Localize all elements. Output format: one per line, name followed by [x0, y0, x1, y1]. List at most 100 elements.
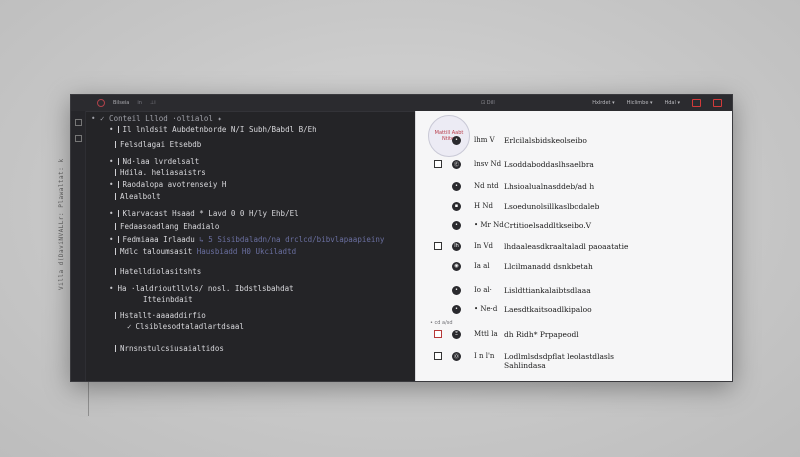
bullet-icon: •	[109, 125, 114, 134]
bullet-icon: •	[109, 284, 114, 293]
status-dot-icon: ▪	[452, 201, 461, 211]
separator	[117, 210, 119, 217]
status-dot-icon: •	[452, 220, 461, 230]
status-dot-icon: Ⓔ	[452, 159, 461, 169]
outline-link-text[interactable]: Hausbiadd H0 Ukciladtd	[197, 247, 296, 256]
outline-text: Nrnsnstulcsiusaialtidos	[120, 344, 224, 353]
separator	[115, 248, 116, 255]
task-meta: Ia al	[474, 262, 490, 270]
outline-item[interactable]: Itteinbdait	[143, 295, 193, 304]
status-dot-icon: lh	[452, 241, 461, 251]
status-dot-icon: Ξ	[452, 329, 461, 339]
outline-item[interactable]: Hatelldiolasitshts	[115, 267, 201, 276]
menu-item-1[interactable]: in	[137, 100, 142, 106]
separator	[115, 268, 116, 275]
page-icon[interactable]	[75, 135, 82, 142]
outline-editor[interactable]: • ✓ Conteil Lllod ·oltialol ✦ • Il lnldsi…	[85, 111, 415, 381]
status-dot-icon: •	[452, 135, 461, 145]
bullet-icon: •	[109, 209, 114, 218]
app-window: Bilseia in ⊥i ⊡ Dill Hxlrdet ▾ Hiclimbe …	[70, 94, 733, 382]
task-row[interactable]: ▪ H Nd Lsoedunolsillkaslbcdaleb	[416, 197, 732, 215]
outline-item[interactable]: • Raodalopa avotrenseiy H	[109, 180, 226, 189]
task-row[interactable]: • • Ne·d Laesdtkaitsoadlkipaloo	[416, 300, 732, 318]
dropdown-3[interactable]: Hdal ▾	[665, 100, 681, 106]
outline-item[interactable]: Felsdlagai Etsebdb	[115, 140, 201, 149]
outline-item[interactable]: • Il lnldsit Aubdetnborde N/I Subh/Babdl …	[109, 125, 317, 134]
outline-text: Clsiblesodtaladlartdsaal	[135, 322, 244, 331]
outline-text: Hstallt·aaaaddirfio	[120, 311, 206, 320]
outline-item[interactable]: ✓ Clsiblesodtaladlartdsaal	[127, 322, 244, 331]
outline-item[interactable]: • Ha ·laldrioutllvls/ nosl. Ibdstlsbahdat	[109, 284, 294, 293]
task-row[interactable]: Ξ Mttl la dh Ridh* Prpapeodl	[416, 325, 732, 343]
outline-text: Raodalopa avotrenseiy H	[122, 180, 227, 189]
outline-item[interactable]: Nrnsnstulcsiusaialtidos	[115, 344, 224, 353]
outline-text: Hdila. heliasaistrs	[120, 168, 206, 177]
outline-item[interactable]: • Nd·laa lvrdelsalt	[109, 157, 199, 166]
task-meta: • Mr Nd	[474, 221, 504, 229]
dropdown-1[interactable]: Hxlrdet ▾	[592, 100, 614, 106]
task-row[interactable]: ◉ Ia al Llcilmanadd dsnkbetah	[416, 257, 732, 275]
outline-text: Mdlc taloumsasit	[120, 247, 193, 256]
task-checkbox[interactable]	[434, 330, 442, 338]
task-checkbox[interactable]	[434, 160, 442, 168]
separator	[115, 223, 116, 230]
task-row[interactable]: Ⓔ lnsv Nd Lsoddaboddaslhsaelbra	[416, 155, 732, 173]
task-text: Llcilmanadd dsnkbetah	[504, 261, 593, 271]
check-icon: ✓	[127, 322, 132, 331]
separator	[117, 236, 119, 243]
outline-text: Felsdlagai Etsebdb	[120, 140, 202, 149]
app-logo-icon	[97, 99, 105, 107]
menu-item-2[interactable]: ⊥i	[150, 100, 156, 106]
outline-item[interactable]: Mdlc taloumsasit Hausbiadd H0 Ukciladtd	[115, 247, 296, 256]
close-icon[interactable]	[713, 99, 722, 107]
outline-item[interactable]: Alealbolt	[115, 192, 161, 201]
outline-item[interactable]: Hdila. heliasaistrs	[115, 168, 206, 177]
task-row[interactable]: lh In Vd lhdaaleasdkraaltaladl paoaatati…	[416, 237, 732, 255]
task-meta: lhm V	[474, 136, 495, 144]
outline-link-text[interactable]: ↳ 5 Sisibdaladn/na drclcd/bibvlapaapiein…	[199, 235, 384, 244]
titlebar-controls: Hxlrdet ▾ Hiclimbe ▾ Hdal ▾	[592, 99, 722, 107]
center-tab[interactable]: ⊡ Dill	[481, 100, 495, 106]
outline-item[interactable]: • Fedmiaaa Irlaadu ↳ 5 Sisibdaladn/na drc…	[109, 235, 384, 244]
task-row[interactable]: • • Mr Nd Crtitioelsaddltkseibo.V	[416, 216, 732, 234]
task-text: Laesdtkaitsoadlkipaloo	[504, 304, 592, 314]
separator	[117, 181, 119, 188]
task-meta: H Nd	[474, 202, 493, 210]
status-dot-icon: •	[452, 285, 461, 295]
task-text: Lsoedunolsillkaslbcdaleb	[504, 201, 600, 211]
outline-item[interactable]: • Klarvacast Hsaad * Lavd 0 0 H/ly Ehb/El	[109, 209, 299, 218]
task-row[interactable]: • Nd ntd Lhsioalualnasddeb/ad h	[416, 177, 732, 195]
separator	[115, 345, 116, 352]
editor-header: • ✓ Conteil Lllod ·oltialol ✦	[91, 114, 222, 123]
task-text: Sahlindasa	[504, 360, 546, 370]
separator	[115, 193, 116, 200]
task-text: Lisldttiankalaibtsdlaaa	[504, 285, 591, 295]
outline-text: Itteinbdait	[143, 295, 193, 304]
task-meta: • Ne·d	[474, 305, 498, 313]
task-row[interactable]: • Io al· Lisldttiankalaibtsdlaaa	[416, 281, 732, 299]
task-text: Lsoddaboddaslhsaelbra	[504, 159, 594, 169]
bullet-icon: •	[109, 235, 114, 244]
titlebar: Bilseia in ⊥i ⊡ Dill Hxlrdet ▾ Hiclimbe …	[71, 95, 732, 112]
separator	[117, 126, 119, 133]
window-title: Bilseia	[113, 100, 130, 106]
task-meta: Io al·	[474, 286, 492, 294]
task-text: lhdaaleasdkraaltaladl paoaatatie	[504, 241, 629, 251]
task-checkbox[interactable]	[434, 242, 442, 250]
bullet-icon: •	[109, 180, 114, 189]
outline-item[interactable]: Fedaasoadlang Ehadialo	[115, 222, 219, 231]
guide-line	[88, 378, 89, 416]
task-meta: Nd ntd	[474, 182, 499, 190]
task-panel: Mattill Aabt Ntitet • lhm V Erlcilalsbid…	[415, 111, 732, 381]
outline-text: Fedmiaaa Irlaadu	[122, 235, 195, 244]
file-icon[interactable]	[75, 119, 82, 126]
dropdown-2[interactable]: Hiclimbe ▾	[627, 100, 653, 106]
task-text: Crtitioelsaddltkseibo.V	[504, 220, 592, 230]
bullet-icon: •	[109, 157, 114, 166]
task-row[interactable]: • lhm V Erlcilalsbidskeolseibo	[416, 131, 732, 149]
outline-item[interactable]: Hstallt·aaaaddirfio	[115, 311, 206, 320]
separator	[115, 312, 116, 319]
status-dot-icon: ◉	[452, 261, 461, 271]
record-icon[interactable]	[692, 99, 701, 107]
task-meta: lnsv Nd	[474, 160, 502, 168]
